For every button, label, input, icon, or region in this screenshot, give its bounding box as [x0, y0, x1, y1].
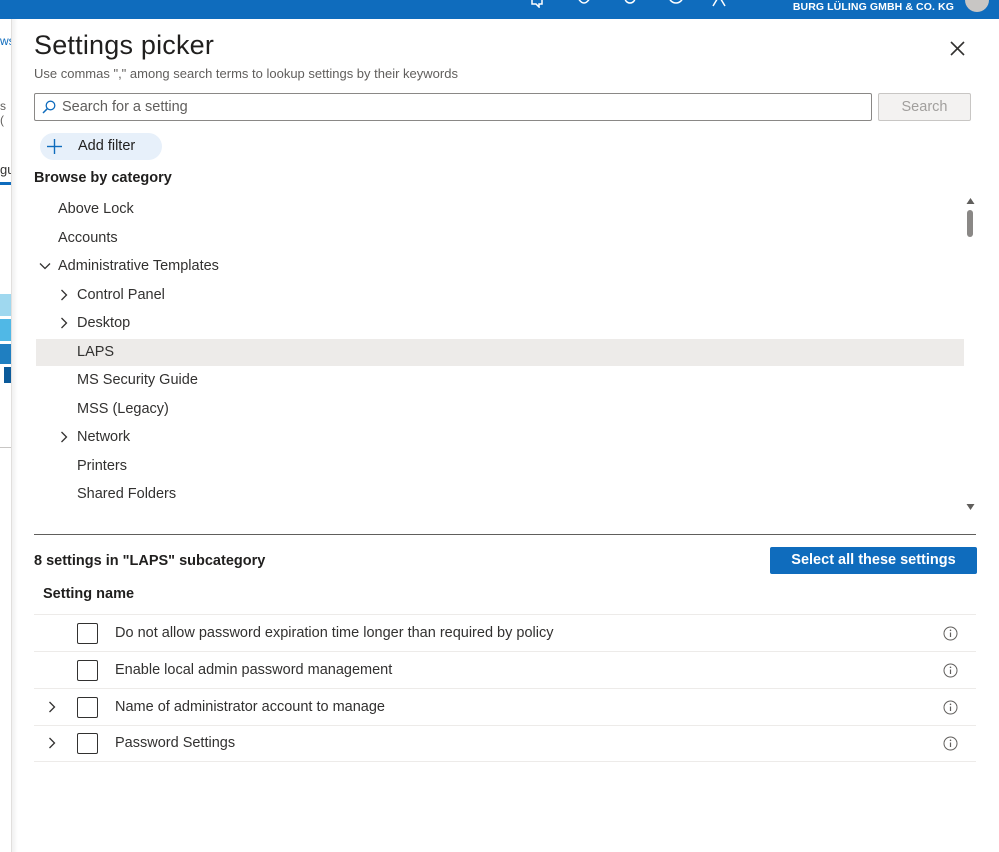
gear-icon[interactable]: [622, 0, 638, 8]
category-network[interactable]: Network: [36, 424, 964, 451]
category-label: LAPS: [77, 343, 115, 360]
category-printers[interactable]: Printers: [36, 453, 964, 480]
help-icon[interactable]: [668, 0, 684, 8]
setting-checkbox[interactable]: [77, 733, 98, 754]
scrollbar-thumb[interactable]: [967, 210, 973, 237]
section-divider: [34, 534, 976, 535]
background-text-fragment: s (: [0, 99, 6, 127]
info-icon[interactable]: [943, 736, 958, 751]
bell-icon[interactable]: [576, 0, 592, 8]
organization-name[interactable]: BURG LÜLING GMBH & CO. KG: [793, 1, 954, 13]
close-icon[interactable]: [945, 36, 969, 60]
search-input[interactable]: [62, 96, 862, 118]
background-tab-fragment: gu: [0, 162, 11, 177]
info-icon[interactable]: [943, 626, 958, 641]
search-icon: [42, 100, 56, 114]
chevron-right-icon[interactable]: [46, 737, 58, 749]
select-all-button[interactable]: Select all these settings: [770, 547, 977, 574]
setting-name: Do not allow password expiration time lo…: [115, 625, 554, 641]
table-row: Do not allow password expiration time lo…: [34, 615, 976, 652]
setting-name: Enable local admin password management: [115, 662, 393, 678]
search-button[interactable]: Search: [878, 93, 971, 121]
search-field[interactable]: [34, 93, 872, 121]
category-label: Network: [77, 429, 131, 445]
table-row: Name of administrator account to manage: [34, 689, 976, 726]
chevron-right-icon[interactable]: [46, 701, 58, 713]
add-filter-button[interactable]: Add filter: [40, 133, 162, 160]
category-label: Control Panel: [77, 286, 165, 303]
category-label: MSS (Legacy): [77, 400, 169, 417]
setting-checkbox[interactable]: [77, 660, 98, 681]
table-row: Enable local admin password management: [34, 652, 976, 689]
feedback-icon[interactable]: [529, 0, 545, 8]
category-control-panel[interactable]: Control Panel: [36, 282, 964, 309]
category-label: Administrative Templates: [58, 258, 219, 274]
chevron-right-icon[interactable]: [58, 431, 70, 443]
background-page: ws s ( gu: [0, 19, 12, 852]
top-bar: BURG LÜLING GMBH & CO. KG: [0, 0, 999, 19]
avatar[interactable]: [965, 0, 989, 12]
scroll-up-icon[interactable]: [966, 197, 975, 205]
category-label: Above Lock: [58, 201, 134, 217]
category-label: Shared Folders: [77, 486, 177, 502]
add-filter-label: Add filter: [78, 138, 136, 154]
info-icon[interactable]: [943, 700, 958, 715]
person-icon[interactable]: [711, 0, 727, 8]
plus-icon: [47, 139, 62, 154]
category-tree[interactable]: Above Lock Accounts Administrative Templ…: [34, 196, 966, 516]
setting-checkbox[interactable]: [77, 697, 98, 718]
scroll-down-icon[interactable]: [966, 503, 975, 511]
background-link-fragment: ws: [0, 34, 11, 48]
category-accounts[interactable]: Accounts: [36, 225, 964, 252]
panel-subtitle: Use commas "," among search terms to loo…: [34, 66, 458, 81]
chevron-down-icon[interactable]: [39, 260, 51, 272]
illustration-icon: [0, 294, 11, 383]
category-label: MS Security Guide: [77, 372, 198, 388]
settings-count: 8 settings in "LAPS" subcategory: [34, 553, 266, 569]
category-administrative-templates[interactable]: Administrative Templates: [36, 253, 964, 280]
column-header-setting-name[interactable]: Setting name: [43, 586, 134, 602]
info-icon[interactable]: [943, 663, 958, 678]
table-row: Password Settings: [34, 725, 976, 762]
panel-shadow: [12, 19, 18, 852]
browse-heading: Browse by category: [34, 170, 172, 186]
setting-name: Password Settings: [115, 735, 236, 751]
setting-name: Name of administrator account to manage: [115, 699, 385, 715]
category-mss-legacy[interactable]: MSS (Legacy): [36, 396, 964, 423]
setting-checkbox[interactable]: [77, 623, 98, 644]
chevron-right-icon[interactable]: [58, 289, 70, 301]
category-label: Accounts: [58, 229, 118, 246]
panel-title: Settings picker: [34, 30, 215, 60]
category-above-lock[interactable]: Above Lock: [36, 196, 964, 223]
category-label: Printers: [77, 457, 127, 474]
category-laps[interactable]: LAPS: [36, 338, 964, 366]
category-shared-folders[interactable]: Shared Folders: [36, 481, 964, 508]
chevron-right-icon[interactable]: [58, 317, 70, 329]
category-desktop[interactable]: Desktop: [36, 310, 964, 337]
background-divider: [0, 447, 11, 448]
category-label: Desktop: [77, 315, 131, 331]
background-tab-underline: [0, 182, 11, 185]
category-ms-security-guide[interactable]: MS Security Guide: [36, 367, 964, 394]
